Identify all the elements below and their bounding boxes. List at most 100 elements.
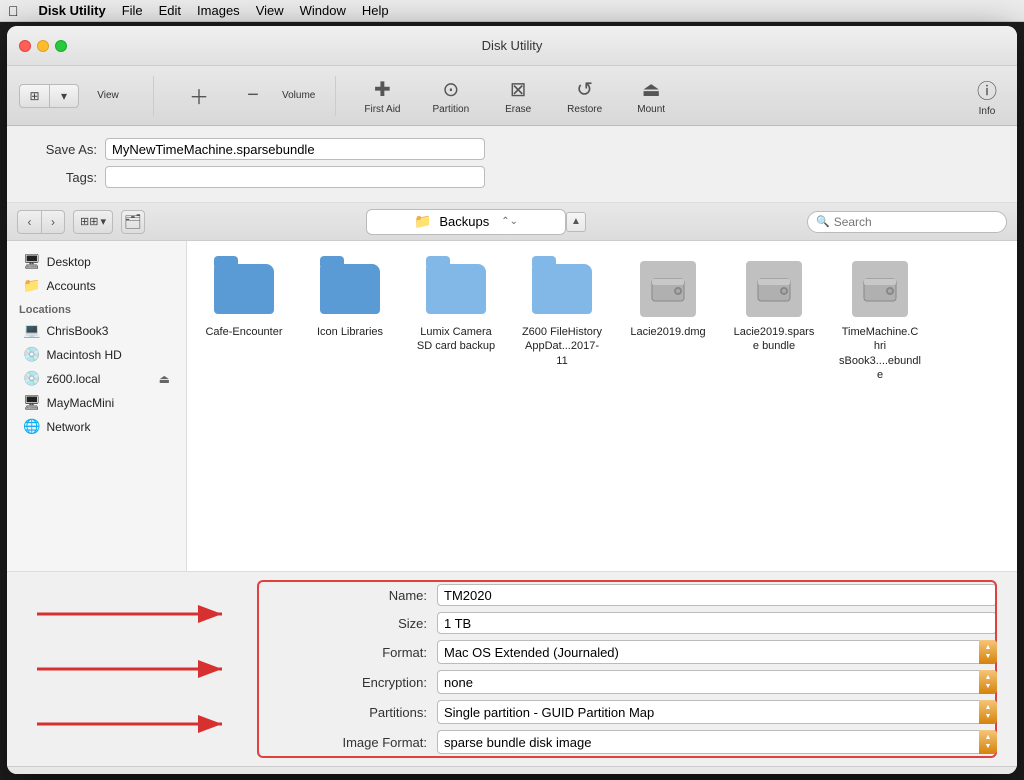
list-item[interactable]: Z600 FileHistory AppDat...2017-11 [517, 253, 607, 386]
tags-input[interactable] [105, 166, 485, 188]
sidebar: 🖥 Desktop 📁 Accounts Locations 💻 ChrisBo… [7, 241, 187, 571]
erase-button[interactable]: ⊠ Erase [493, 73, 543, 119]
sidebar-item-desktop[interactable]: 🖥 Desktop [11, 250, 182, 273]
sidebar-toggle-button[interactable]: ⊞ [19, 84, 49, 108]
file-label-lumix: Lumix Camera SD card backup [415, 325, 497, 354]
file-label-lacie-dmg: Lacie2019.dmg [630, 325, 705, 339]
partitions-select-wrapper: Single partition - GUID Partition Map Si… [437, 700, 997, 724]
sidebar-item-z600[interactable]: 💿 z600.local ⏏ [11, 367, 182, 390]
menu-help[interactable]: Help [362, 3, 389, 18]
apple-menu[interactable]:  [8, 3, 19, 19]
encryption-select-wrapper: none 128-bit AES 256-bit AES [437, 670, 997, 694]
save-as-input[interactable] [105, 138, 485, 160]
mount-button[interactable]: ⏏ Mount [626, 73, 676, 119]
menu-edit[interactable]: Edit [159, 3, 181, 18]
grid-icon: ⊞⊞ [80, 215, 98, 228]
add-volume-button[interactable]: ＋ [174, 77, 224, 114]
form-partitions-row: Partitions: Single partition - GUID Part… [327, 700, 997, 724]
partition-label: Partition [432, 104, 469, 115]
view-toggle-button[interactable]: ⊞⊞ ▾ [73, 210, 113, 234]
file-label-icon-libs: Icon Libraries [317, 325, 383, 339]
image-format-select[interactable]: sparse bundle disk image sparse disk ima… [437, 730, 997, 754]
nav-new-folder-button[interactable]: 🗂 [121, 210, 145, 234]
sidebar-item-chrisbook3[interactable]: 💻 ChrisBook3 [11, 319, 182, 342]
partition-button[interactable]: ⊙ Partition [424, 73, 477, 119]
sidebar-item-network[interactable]: 🌐 Network [11, 415, 182, 438]
z600-eject-icon[interactable]: ⏏ [159, 372, 170, 386]
file-label-cafe: Cafe-Encounter [205, 325, 282, 339]
list-item[interactable]: TimeMachine.Chri sBook3....ebundle [835, 253, 925, 386]
search-box[interactable]: 🔍 [807, 211, 1007, 233]
maximize-button[interactable] [55, 40, 67, 52]
sidebar-network-label: Network [46, 420, 90, 434]
sidebar-item-macintosh-hd[interactable]: 💿 Macintosh HD [11, 343, 182, 366]
minus-icon: − [247, 84, 259, 107]
location-expand-button[interactable]: ▲ [566, 212, 586, 232]
view-button[interactable]: View [83, 86, 133, 105]
expand-arrow-icon: ▲ [571, 216, 581, 227]
folder-icon-lumix [424, 257, 488, 321]
close-button[interactable] [19, 40, 31, 52]
volume-group: ＋ − Volume [174, 77, 315, 114]
first-aid-button[interactable]: ✚ First Aid [356, 73, 408, 119]
red-arrow-image-format [37, 713, 237, 735]
info-icon: ⓘ [977, 75, 997, 104]
restore-button[interactable]: ↺ Restore [559, 73, 610, 119]
arrows-overlay [37, 572, 237, 766]
location-selector[interactable]: 📁 Backups ⌃⌄ [366, 209, 566, 235]
format-label: Format: [327, 645, 427, 660]
back-button[interactable]: ‹ [17, 210, 41, 234]
size-input[interactable] [437, 612, 997, 634]
form-image-format-row: Image Format: sparse bundle disk image s… [327, 730, 997, 754]
info-label: Info [979, 106, 996, 117]
menu-view[interactable]: View [256, 3, 284, 18]
image-format-label: Image Format: [327, 735, 427, 750]
list-item[interactable]: Icon Libraries [305, 253, 395, 386]
location-name: Backups [439, 214, 489, 229]
restore-icon: ↺ [576, 77, 593, 102]
view-chevron-button[interactable]: ▾ [49, 84, 79, 108]
file-grid: Cafe-Encounter Icon Libraries Lumix Came… [187, 241, 1017, 571]
toolbar-separator-2 [335, 76, 336, 116]
list-item[interactable]: Lumix Camera SD card backup [411, 253, 501, 386]
list-item[interactable]: Lacie2019.sparse bundle [729, 253, 819, 386]
form-name-row: Name: [327, 584, 997, 606]
sidebar-maymacmini-label: MayMacMini [47, 396, 114, 410]
size-label: Size: [327, 616, 427, 631]
encryption-select[interactable]: none 128-bit AES 256-bit AES [437, 670, 997, 694]
sidebar-item-maymacmini[interactable]: 🖥 MayMacMini [11, 391, 182, 414]
info-button[interactable]: ⓘ Info [969, 71, 1005, 121]
erase-icon: ⊠ [510, 77, 527, 102]
volume-label: Volume [282, 90, 315, 101]
minimize-button[interactable] [37, 40, 49, 52]
partition-icon: ⊙ [442, 77, 459, 102]
toolbar: ⊞ ▾ View ＋ − Volume ✚ First Aid ⊙ Partit… [7, 66, 1017, 126]
menu-images[interactable]: Images [197, 3, 240, 18]
file-label-lacie-sparse: Lacie2019.sparse bundle [733, 325, 815, 354]
name-input[interactable] [437, 584, 997, 606]
tags-label: Tags: [27, 170, 97, 185]
chrisbook3-icon: 💻 [23, 322, 40, 339]
sidebar-item-accounts[interactable]: 📁 Accounts [11, 274, 182, 297]
forward-button[interactable]: › [41, 210, 65, 234]
titlebar: Disk Utility [7, 26, 1017, 66]
list-item[interactable]: Lacie2019.dmg [623, 253, 713, 386]
menu-window[interactable]: Window [300, 3, 346, 18]
erase-label: Erase [505, 104, 531, 115]
red-arrow-partitions [37, 658, 237, 680]
search-icon: 🔍 [816, 215, 830, 228]
file-label-z600: Z600 FileHistory AppDat...2017-11 [521, 325, 603, 368]
format-select[interactable]: Mac OS Extended (Journaled) Mac OS Exten… [437, 640, 997, 664]
view-group: ⊞ ▾ View [19, 84, 133, 108]
remove-volume-button[interactable]: − [228, 80, 278, 111]
menu-file[interactable]: File [122, 3, 143, 18]
location-chevron-icon: ⌃⌄ [501, 216, 518, 227]
nav-location-area: 📁 Backups ⌃⌄ ▲ [153, 209, 799, 235]
search-input[interactable] [834, 215, 984, 229]
tags-row: Tags: [27, 166, 997, 188]
window: Disk Utility ⊞ ▾ View ＋ − Volume ✚ First [7, 26, 1017, 774]
list-item[interactable]: Cafe-Encounter [199, 253, 289, 386]
desktop-icon: 🖥 [23, 253, 41, 270]
partitions-select[interactable]: Single partition - GUID Partition Map Si… [437, 700, 997, 724]
sidebar-accounts-label: Accounts [46, 279, 95, 293]
